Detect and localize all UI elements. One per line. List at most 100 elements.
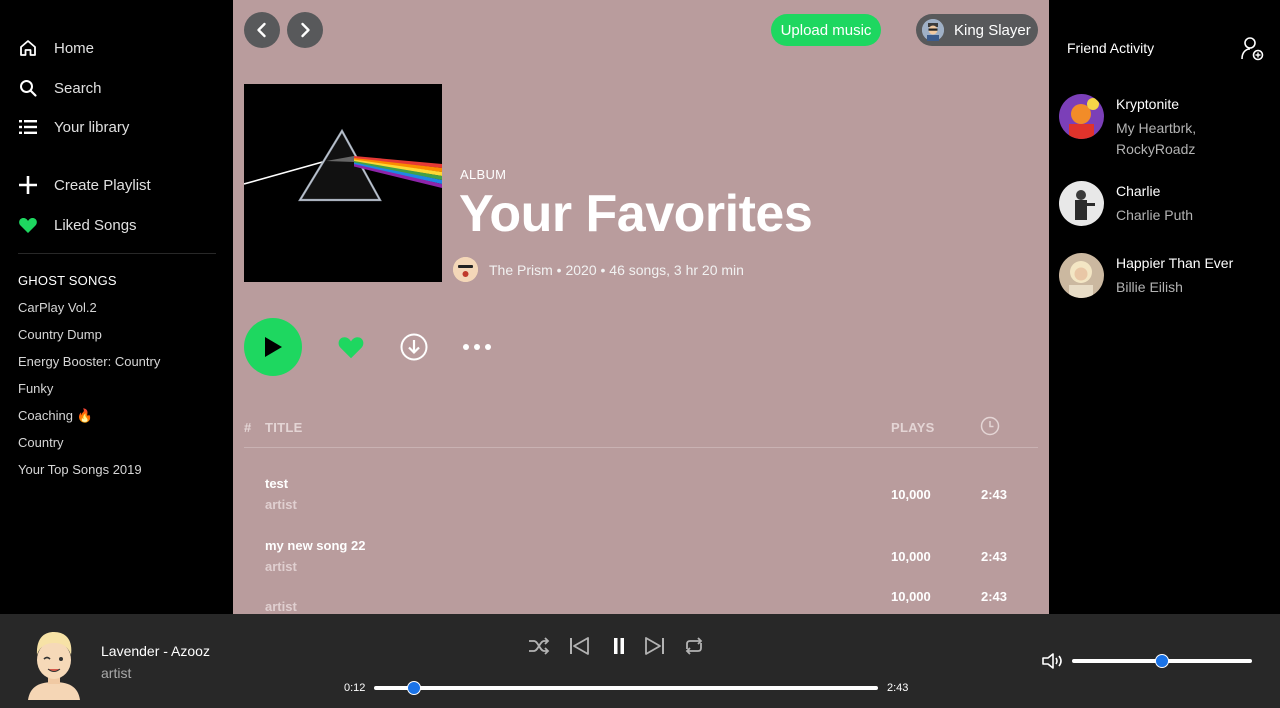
playlist-item[interactable]: Country [18, 435, 160, 462]
album-title: Your Favorites [459, 185, 813, 243]
playlist-item[interactable]: Your Top Songs 2019 [18, 462, 160, 489]
now-playing-artist: artist [101, 665, 132, 681]
playlist-item[interactable]: CarPlay Vol.2 [18, 300, 160, 327]
friend-activity-panel: Friend Activity Kryptonite My Heartbrk, … [1049, 0, 1280, 614]
total-time: 2:43 [887, 682, 909, 694]
table-row[interactable]: test artist 10,000 2:43 [244, 476, 1038, 526]
volume-button[interactable] [1040, 649, 1066, 673]
friend-item[interactable]: Kryptonite My Heartbrk, RockyRoadz [1059, 94, 1274, 160]
volume-handle[interactable] [1155, 654, 1169, 668]
friend-avatar [1059, 94, 1104, 139]
track-artist: artist [265, 559, 297, 574]
friend-name: Charlie [1116, 183, 1161, 199]
track-plays: 10,000 [891, 589, 931, 604]
now-playing-art [24, 628, 84, 700]
friend-avatar [1059, 253, 1104, 298]
main-content: Upload music King Slayer ALBUM Your Favo… [233, 0, 1049, 614]
forward-button[interactable] [287, 12, 323, 48]
liked-songs-label: Liked Songs [54, 216, 137, 234]
nav-home-label: Home [54, 39, 95, 57]
add-friend-icon [1241, 37, 1264, 61]
track-duration: 2:43 [981, 549, 1008, 564]
playlist-item[interactable]: Funky [18, 381, 160, 408]
now-playing-title: Lavender - Azooz [101, 643, 210, 659]
header-number: # [244, 420, 252, 435]
player-bar: Lavender - Azooz artist 0:12 2:43 [0, 614, 1280, 708]
play-button[interactable] [244, 318, 302, 376]
track-plays: 10,000 [891, 487, 931, 502]
playlist-item[interactable]: Coaching 🔥 [18, 408, 160, 435]
header-plays: PLAYS [891, 420, 935, 435]
progress-bar[interactable] [374, 686, 878, 690]
track-artist: artist [265, 599, 297, 614]
friend-avatar [1059, 181, 1104, 226]
friend-item[interactable]: Happier Than Ever Billie Eilish [1059, 253, 1274, 299]
friend-song: My Heartbrk, RockyRoadz [1116, 120, 1197, 157]
album-meta-text: The Prism • 2020 • 46 songs, 3 hr 20 min [489, 261, 744, 278]
repeat-icon [685, 637, 703, 655]
download-button[interactable] [399, 332, 429, 362]
friend-song: Charlie Puth [1116, 207, 1194, 223]
user-menu[interactable]: King Slayer [916, 14, 1038, 46]
pause-button[interactable] [607, 634, 631, 658]
create-playlist-button[interactable]: Create Playlist [18, 173, 151, 197]
track-title: test [265, 476, 289, 491]
progress-handle[interactable] [407, 681, 422, 695]
more-icon [463, 344, 491, 350]
playlist-item[interactable]: Energy Booster: Country [18, 354, 160, 381]
skip-forward-icon [645, 637, 664, 655]
elapsed-time: 0:12 [344, 682, 366, 694]
repeat-button[interactable] [682, 634, 706, 658]
add-friend-button[interactable] [1239, 36, 1265, 62]
nav-library-label: Your library [54, 118, 130, 136]
user-avatar [922, 19, 944, 41]
artist-avatar [453, 257, 478, 282]
home-icon [18, 38, 38, 58]
more-options-button[interactable] [461, 332, 493, 362]
shuffle-icon [529, 637, 550, 655]
playlist-section-title: GHOST SONGS [18, 273, 117, 288]
header-title: TITLE [265, 420, 303, 435]
friend-name: Happier Than Ever [1116, 255, 1234, 271]
skip-back-icon [570, 637, 589, 655]
nav-home[interactable]: Home [18, 36, 94, 60]
like-button[interactable] [336, 332, 366, 362]
playlist-list: CarPlay Vol.2 Country Dump Energy Booste… [18, 300, 160, 489]
heart-icon [338, 337, 364, 359]
nav-search-label: Search [54, 79, 102, 97]
chevron-right-icon [301, 22, 310, 38]
album-cover [244, 84, 442, 282]
table-row[interactable]: artist 10,000 2:43 [244, 578, 1038, 614]
create-playlist-label: Create Playlist [54, 176, 151, 194]
playlist-item[interactable]: Country Dump [18, 327, 160, 354]
pause-icon [614, 638, 624, 654]
list-icon [18, 117, 38, 137]
album-type-label: ALBUM [460, 167, 507, 182]
track-title: my new song 22 [265, 538, 366, 553]
track-artist: artist [265, 497, 297, 512]
back-button[interactable] [244, 12, 280, 48]
plus-icon [18, 175, 38, 195]
liked-songs-button[interactable]: Liked Songs [18, 213, 137, 237]
track-duration: 2:43 [981, 487, 1008, 502]
clock-icon [980, 416, 1000, 439]
previous-button[interactable] [567, 634, 591, 658]
search-icon [18, 78, 38, 98]
friend-item[interactable]: Charlie Charlie Puth [1059, 181, 1274, 227]
heart-icon [18, 215, 38, 235]
volume-icon [1042, 653, 1062, 669]
upload-music-button[interactable]: Upload music [771, 14, 881, 46]
user-name: King Slayer [954, 21, 1031, 39]
track-plays: 10,000 [891, 549, 931, 564]
album-meta: The Prism • 2020 • 46 songs, 3 hr 20 min [453, 257, 744, 282]
nav-search[interactable]: Search [18, 76, 102, 100]
friend-activity-title: Friend Activity [1067, 40, 1155, 56]
shuffle-button[interactable] [527, 634, 551, 658]
friend-name: Kryptonite [1116, 96, 1180, 112]
next-button[interactable] [643, 634, 667, 658]
chevron-left-icon [257, 22, 266, 38]
nav-library[interactable]: Your library [18, 115, 129, 139]
track-table-header: # TITLE PLAYS [244, 416, 1038, 448]
play-icon [265, 337, 282, 357]
track-duration: 2:43 [981, 589, 1008, 604]
